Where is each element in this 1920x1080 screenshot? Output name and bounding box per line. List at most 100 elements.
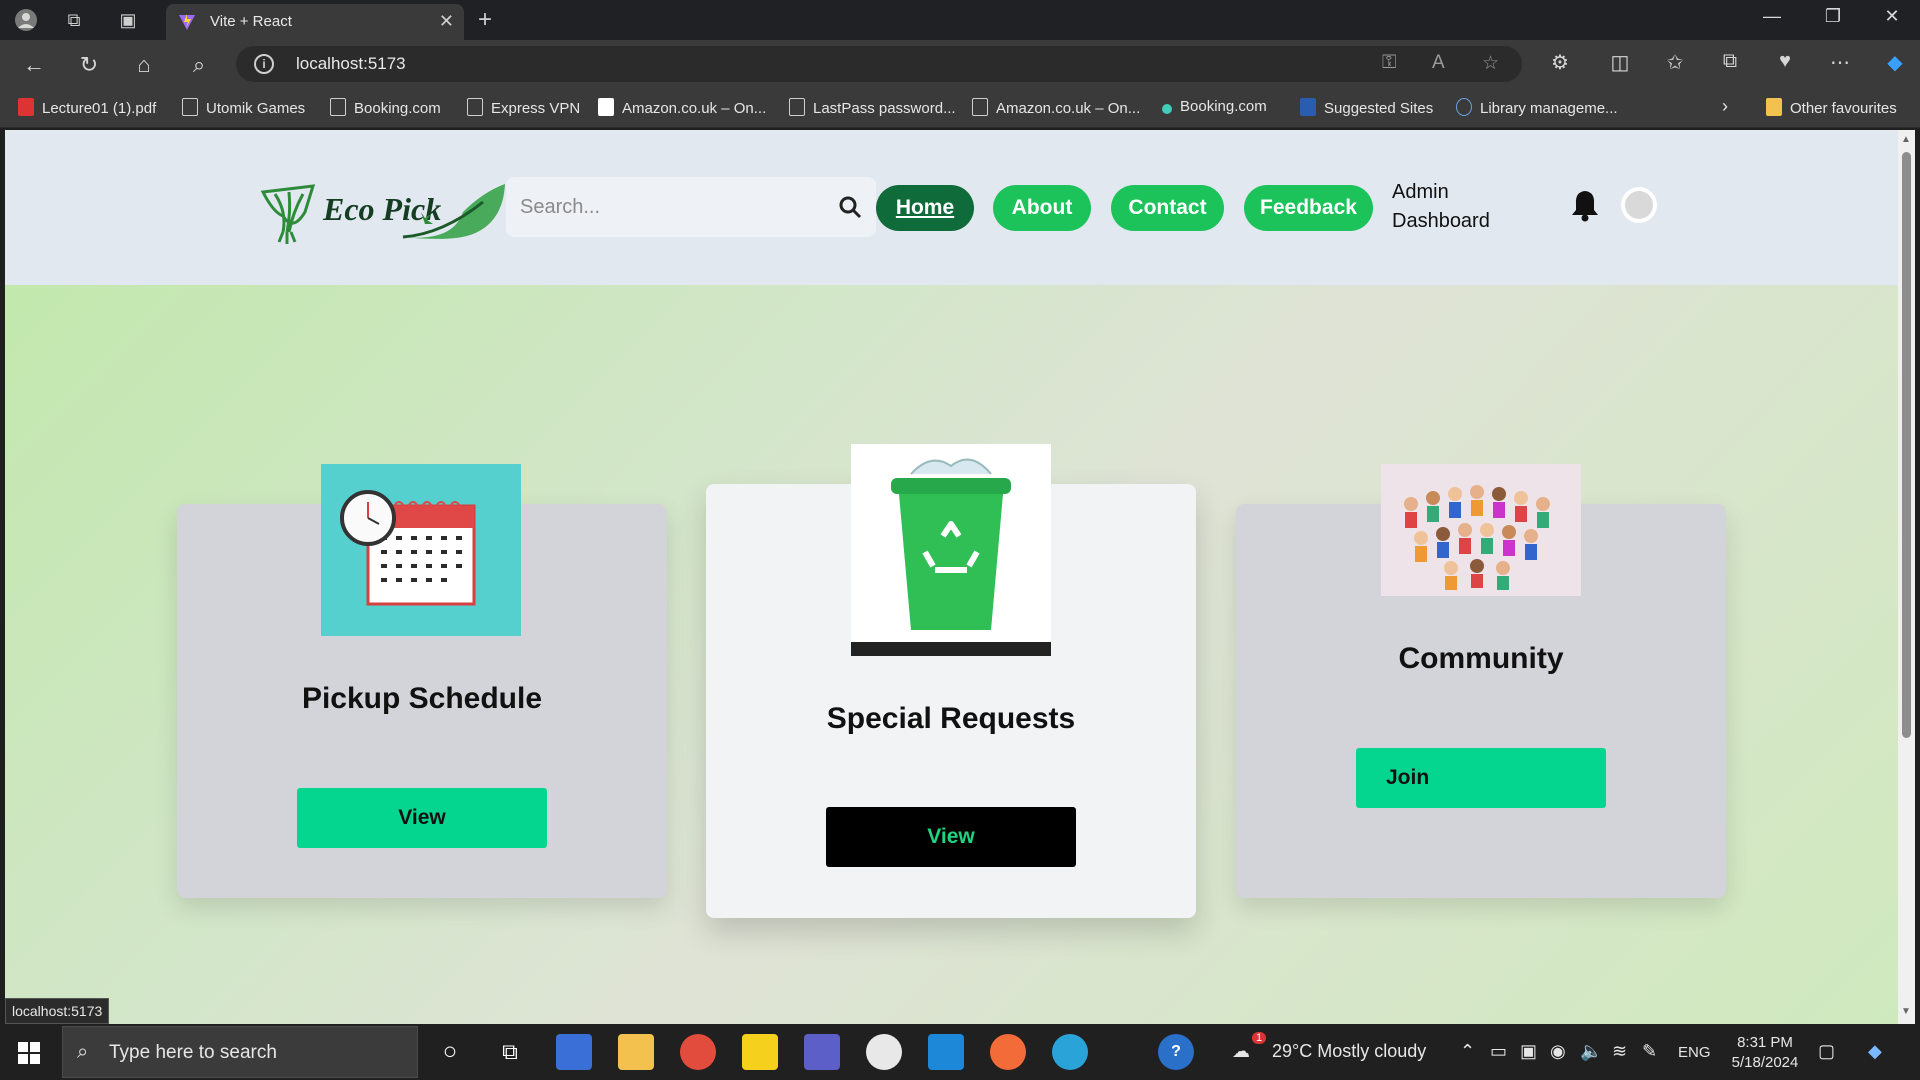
url-bar[interactable]: i localhost:5173 ⚿ A ☆ [236, 46, 1522, 82]
windows-start-icon[interactable] [18, 1042, 40, 1064]
bookmark-label: Amazon.co.uk – On... [622, 100, 767, 117]
favorites-icon[interactable]: ✩ [1660, 50, 1690, 75]
chevron-right-icon[interactable]: › [1722, 96, 1728, 117]
sticky-notes-icon[interactable] [742, 1034, 778, 1070]
home-icon[interactable]: ⌂ [130, 51, 158, 79]
bookmark-item[interactable]: Amazon.co.uk – On... [972, 98, 1140, 117]
edge-icon[interactable] [1052, 1034, 1088, 1070]
new-tab-icon[interactable]: + [478, 6, 492, 34]
minimize-icon[interactable]: — [1752, 6, 1792, 27]
copilot-icon[interactable]: ◆ [1880, 50, 1910, 75]
page-icon [330, 98, 346, 116]
bookmark-item[interactable]: Amazon.co.uk – On... [598, 98, 766, 117]
page-icon [467, 98, 483, 116]
admin-dashboard-link[interactable]: Admin Dashboard [1392, 178, 1512, 236]
notifications-icon[interactable]: ▢ [1818, 1041, 1835, 1062]
collections-icon[interactable]: ⧉ [1715, 50, 1745, 73]
scroll-down-icon[interactable]: ▼ [1901, 1006, 1911, 1017]
task-view-icon[interactable]: ⧉ [492, 1034, 528, 1070]
tab-actions-icon[interactable]: ▣ [116, 8, 140, 32]
pen-icon[interactable]: ✎ [1642, 1041, 1657, 1062]
bookmark-item[interactable]: Lecture01 (1).pdf [18, 98, 156, 117]
windows-taskbar: ⌕ Type here to search ○ ⧉ ? ☁ 1 29°C Mos… [0, 1024, 1920, 1080]
nav-about[interactable]: About [993, 185, 1091, 231]
more-menu-icon[interactable]: ⋯ [1825, 50, 1855, 75]
bookmark-item[interactable]: Utomik Games [182, 98, 305, 117]
bookmark-item[interactable]: Express VPN [467, 98, 580, 117]
site-info-icon[interactable]: i [254, 54, 274, 74]
bookmark-label: LastPass password... [813, 100, 956, 117]
nav-home[interactable]: Home [876, 185, 974, 231]
nav-contact[interactable]: Contact [1111, 185, 1224, 231]
user-avatar[interactable] [1621, 187, 1657, 223]
taskbar-clock[interactable]: 8:31 PM 5/18/2024 [1730, 1033, 1800, 1073]
page-icon [972, 98, 988, 116]
mongodb-compass-icon[interactable] [866, 1034, 902, 1070]
favorite-star-icon[interactable]: ☆ [1482, 52, 1499, 75]
bookmark-label: Library manageme... [1480, 100, 1618, 117]
scroll-up-icon[interactable]: ▲ [1901, 134, 1911, 145]
restore-icon[interactable]: ❐ [1813, 6, 1853, 27]
split-screen-icon[interactable]: ◫ [1605, 50, 1635, 75]
microsoft-store-icon[interactable] [556, 1034, 592, 1070]
taskbar-search[interactable]: ⌕ Type here to search [62, 1026, 418, 1078]
notification-bell-icon[interactable] [1569, 188, 1601, 222]
file-explorer-icon[interactable] [618, 1034, 654, 1070]
admin-line-2: Dashboard [1392, 210, 1490, 232]
language-indicator[interactable]: ENG [1678, 1044, 1711, 1061]
battery-icon[interactable]: ▭ [1490, 1041, 1507, 1062]
card-title: Pickup Schedule [301, 682, 543, 715]
bookmark-label: Lecture01 (1).pdf [42, 100, 157, 117]
scroll-thumb[interactable] [1902, 152, 1911, 738]
community-people-image [1381, 464, 1581, 596]
other-favourites[interactable]: Other favourites [1766, 98, 1897, 117]
read-aloud-icon[interactable]: A [1432, 52, 1445, 74]
bookmark-label: Express VPN [491, 100, 581, 117]
calendar-clock-image [321, 464, 521, 636]
workspaces-icon[interactable]: ⧉ [62, 8, 86, 32]
browser-essentials-icon[interactable]: ♥ [1770, 50, 1800, 73]
display-icon[interactable]: ▣ [1520, 1041, 1537, 1062]
bookmark-item[interactable]: LastPass password... [789, 98, 956, 117]
cortana-icon[interactable]: ○ [432, 1034, 468, 1070]
search-icon[interactable]: ⌕ [185, 51, 213, 79]
nav-feedback[interactable]: Feedback [1244, 185, 1373, 231]
close-window-icon[interactable]: ✕ [1872, 6, 1912, 27]
tab-active[interactable]: Vite + React ✕ [166, 4, 464, 40]
special-requests-view-button[interactable]: View [826, 807, 1076, 867]
bookmark-item[interactable]: Suggested Sites [1300, 98, 1433, 117]
wifi-icon[interactable]: ≋ [1612, 1041, 1627, 1062]
community-join-button[interactable]: Join [1356, 748, 1606, 808]
pickup-view-button[interactable]: View [297, 788, 547, 848]
folder-icon [1766, 98, 1782, 116]
eco-pick-logo[interactable]: Eco Pick [253, 172, 513, 252]
copilot-taskbar-icon[interactable]: ◆ [1868, 1041, 1882, 1062]
page-scrollbar[interactable]: ▲ ▼ [1898, 130, 1915, 1024]
bookmark-item[interactable]: Booking.com [1162, 98, 1267, 115]
bookmark-label: Other favourites [1790, 100, 1897, 117]
password-key-icon[interactable]: ⚿ [1382, 52, 1396, 74]
postman-icon[interactable] [990, 1034, 1026, 1070]
search-icon: ⌕ [77, 1041, 89, 1063]
chrome-icon[interactable] [680, 1034, 716, 1070]
volume-icon[interactable]: 🔈 [1580, 1041, 1602, 1062]
suggested-sites-icon [1300, 98, 1316, 116]
close-tab-icon[interactable]: ✕ [439, 11, 454, 32]
camera-icon[interactable]: ◉ [1550, 1041, 1566, 1062]
search-input[interactable] [520, 192, 820, 222]
tab-title: Vite + React [210, 13, 292, 30]
help-icon[interactable]: ? [1158, 1034, 1194, 1070]
search-icon[interactable] [838, 195, 862, 219]
bookmark-item[interactable]: Library manageme... [1456, 98, 1618, 117]
chevron-up-icon[interactable]: ⌃ [1460, 1041, 1475, 1062]
extensions-icon[interactable]: ⚙ [1545, 50, 1575, 75]
vscode-icon[interactable] [928, 1034, 964, 1070]
weather-cloud-icon[interactable]: ☁ [1232, 1041, 1250, 1062]
weather-text[interactable]: 29°C Mostly cloudy [1272, 1041, 1426, 1062]
clock-date: 5/18/2024 [1731, 1054, 1799, 1071]
refresh-icon[interactable]: ↻ [75, 51, 103, 79]
profile-icon[interactable] [14, 8, 38, 32]
teams-icon[interactable] [804, 1034, 840, 1070]
back-icon[interactable]: ← [20, 51, 48, 79]
bookmark-item[interactable]: Booking.com [330, 98, 441, 117]
